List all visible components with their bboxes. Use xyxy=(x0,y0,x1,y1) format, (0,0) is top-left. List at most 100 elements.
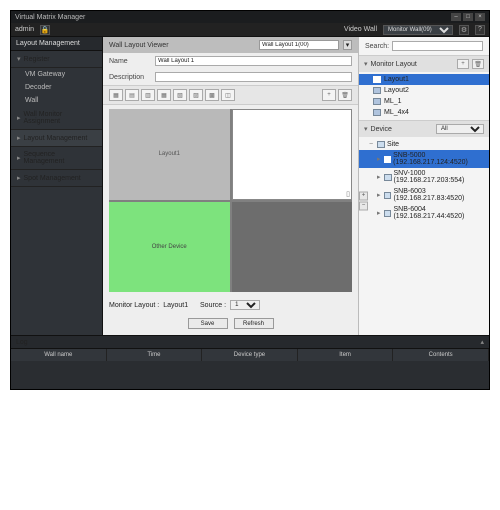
expand-icon[interactable]: ▴ xyxy=(480,338,484,346)
app-window: Virtual Matrix Manager – □ × admin 🔒 Vid… xyxy=(10,10,490,390)
minus-icon: − xyxy=(369,141,375,148)
source-label: Source : xyxy=(200,302,226,309)
camera-icon xyxy=(384,156,391,163)
ml-item-layout2[interactable]: Layout2 xyxy=(359,85,489,96)
close-button[interactable]: × xyxy=(475,13,485,21)
device-item-1[interactable]: ▸SNV-1000 (192.168.217.203:554) xyxy=(359,168,489,186)
zoom-in-icon[interactable]: + xyxy=(359,191,368,200)
sidebar-layout-mgmt[interactable]: ▸Layout Management xyxy=(11,130,102,147)
canvas-cell-2[interactable]: ▯ xyxy=(232,109,353,200)
layout-icon xyxy=(373,109,381,116)
source-row: Monitor Layout : Layout1 Source : 1 xyxy=(103,296,358,314)
mon-layout-label: Monitor Layout : xyxy=(109,302,159,309)
titlebar: Virtual Matrix Manager – □ × xyxy=(11,11,489,23)
layout-toolbar: ▦ ▤ ▥ ▦ ▧ ▨ ▩ ◫ + 🗑 xyxy=(103,85,358,105)
window-buttons: – □ × xyxy=(451,13,485,21)
source-select[interactable]: 1 xyxy=(230,300,260,310)
stepper-icon[interactable]: ▾ xyxy=(343,40,352,50)
log-col-time: Time xyxy=(107,349,203,361)
help-icon[interactable]: ? xyxy=(475,25,485,35)
chevron-right-icon: ▸ xyxy=(17,114,21,122)
search-input[interactable] xyxy=(392,41,483,51)
tool-icon-1[interactable]: ▦ xyxy=(109,89,123,101)
device-tree: −Site ▸SNB-5000 (192.168.217.124:4520) ▸… xyxy=(359,137,489,335)
name-input[interactable] xyxy=(155,56,352,66)
save-button[interactable]: Save xyxy=(188,318,228,329)
device-item-3[interactable]: ▸SNB-6004 (192.168.217.44:4520) xyxy=(359,204,489,222)
desc-label: Description xyxy=(109,74,151,81)
device-item-0[interactable]: ▸SNB-5000 (192.168.217.124:4520) xyxy=(359,150,489,168)
sidebar-item-decoder[interactable]: Decoder xyxy=(11,81,102,94)
panel-del-icon[interactable]: 🗑 xyxy=(472,59,484,69)
canvas-cell-3[interactable]: Other Device xyxy=(109,202,230,293)
sidebar-register[interactable]: ▾Register xyxy=(11,51,102,68)
layout-icon xyxy=(373,98,381,105)
tool-icon-4[interactable]: ▦ xyxy=(157,89,171,101)
device-site-node[interactable]: −Site xyxy=(359,139,489,150)
layout-icon xyxy=(373,87,381,94)
video-wall-label: Video Wall xyxy=(344,26,377,33)
layout-select-input[interactable] xyxy=(259,40,339,50)
log-col-item: Item xyxy=(298,349,394,361)
toolbar: admin 🔒 Video Wall Monitor Wall(09) ⚙ ? xyxy=(11,23,489,37)
device-filter-select[interactable]: All xyxy=(436,124,484,134)
right-panel: Search: ▾ Monitor Layout + 🗑 Layout1 Lay… xyxy=(359,37,489,335)
desc-input[interactable] xyxy=(155,72,352,82)
minimize-button[interactable]: – xyxy=(451,13,461,21)
viewer-title: Wall Layout Viewer xyxy=(109,42,169,49)
tool-icon-2[interactable]: ▤ xyxy=(125,89,139,101)
log-header[interactable]: Log ▴ xyxy=(11,335,489,348)
sidebar-sequence[interactable]: ▸Sequence Management xyxy=(11,147,102,170)
tool-icon-7[interactable]: ▩ xyxy=(205,89,219,101)
sidebar-assignment[interactable]: ▸Wall Monitor Assignment xyxy=(11,107,102,130)
monitor-layout-tree: Layout1 Layout2 ML_1 ML_4x4 xyxy=(359,72,489,120)
tool-icon-3[interactable]: ▥ xyxy=(141,89,155,101)
video-wall-select[interactable]: Monitor Wall(09) xyxy=(383,25,453,35)
refresh-button[interactable]: Refresh xyxy=(234,318,274,329)
canvas-cell-4[interactable] xyxy=(232,202,353,293)
canvas-cell-1[interactable]: Layout1 xyxy=(109,109,230,200)
chevron-down-icon[interactable]: ▾ xyxy=(364,60,368,68)
zoom-controls: + − xyxy=(359,191,368,210)
settings-icon[interactable]: ⚙ xyxy=(459,25,469,35)
user-label: admin xyxy=(15,26,34,33)
ml-item-layout1[interactable]: Layout1 xyxy=(359,74,489,85)
log-body xyxy=(11,361,489,389)
chevron-right-icon: ▸ xyxy=(377,173,382,181)
tool-icon-6[interactable]: ▨ xyxy=(189,89,203,101)
site-icon xyxy=(377,141,385,148)
camera-icon xyxy=(384,192,391,199)
name-label: Name xyxy=(109,58,151,65)
layout-canvas[interactable]: Layout1 ▯ Other Device xyxy=(109,109,352,292)
chevron-right-icon: ▸ xyxy=(17,134,21,142)
sidebar-item-vmgateway[interactable]: VM Gateway xyxy=(11,68,102,81)
center-panel: Wall Layout Viewer ▾ Name Description ▦ … xyxy=(103,37,359,335)
sidebar-item-wall[interactable]: Wall xyxy=(11,94,102,107)
sidebar-spot[interactable]: ▸Spot Management xyxy=(11,170,102,187)
search-label: Search: xyxy=(365,43,389,50)
chevron-right-icon: ▸ xyxy=(377,155,382,163)
device-item-2[interactable]: ▸SNB-6003 (192.168.217.83:4520) xyxy=(359,186,489,204)
tool-icon-8[interactable]: ◫ xyxy=(221,89,235,101)
chevron-right-icon: ▸ xyxy=(17,154,21,162)
center-header: Wall Layout Viewer ▾ xyxy=(103,37,358,53)
chevron-down-icon: ▾ xyxy=(17,55,21,63)
mon-layout-value: Layout1 xyxy=(163,302,188,309)
chevron-right-icon: ▸ xyxy=(17,174,21,182)
add-icon[interactable]: + xyxy=(322,89,336,101)
maximize-button[interactable]: □ xyxy=(463,13,473,21)
chevron-down-icon[interactable]: ▾ xyxy=(364,125,368,133)
ml-item-ml4x4[interactable]: ML_4x4 xyxy=(359,107,489,118)
panel-add-icon[interactable]: + xyxy=(457,59,469,69)
delete-icon[interactable]: 🗑 xyxy=(338,89,352,101)
camera-icon xyxy=(384,210,391,217)
ml-item-ml1[interactable]: ML_1 xyxy=(359,96,489,107)
app-title: Virtual Matrix Manager xyxy=(15,14,85,21)
chevron-right-icon: ▸ xyxy=(377,191,382,199)
log-columns: Wall name Time Device type Item Contents xyxy=(11,348,489,361)
log-col-type: Device type xyxy=(202,349,298,361)
chevron-right-icon: ▸ xyxy=(377,209,382,217)
zoom-out-icon[interactable]: − xyxy=(359,201,368,210)
tool-icon-5[interactable]: ▧ xyxy=(173,89,187,101)
lock-icon[interactable]: 🔒 xyxy=(40,25,50,35)
